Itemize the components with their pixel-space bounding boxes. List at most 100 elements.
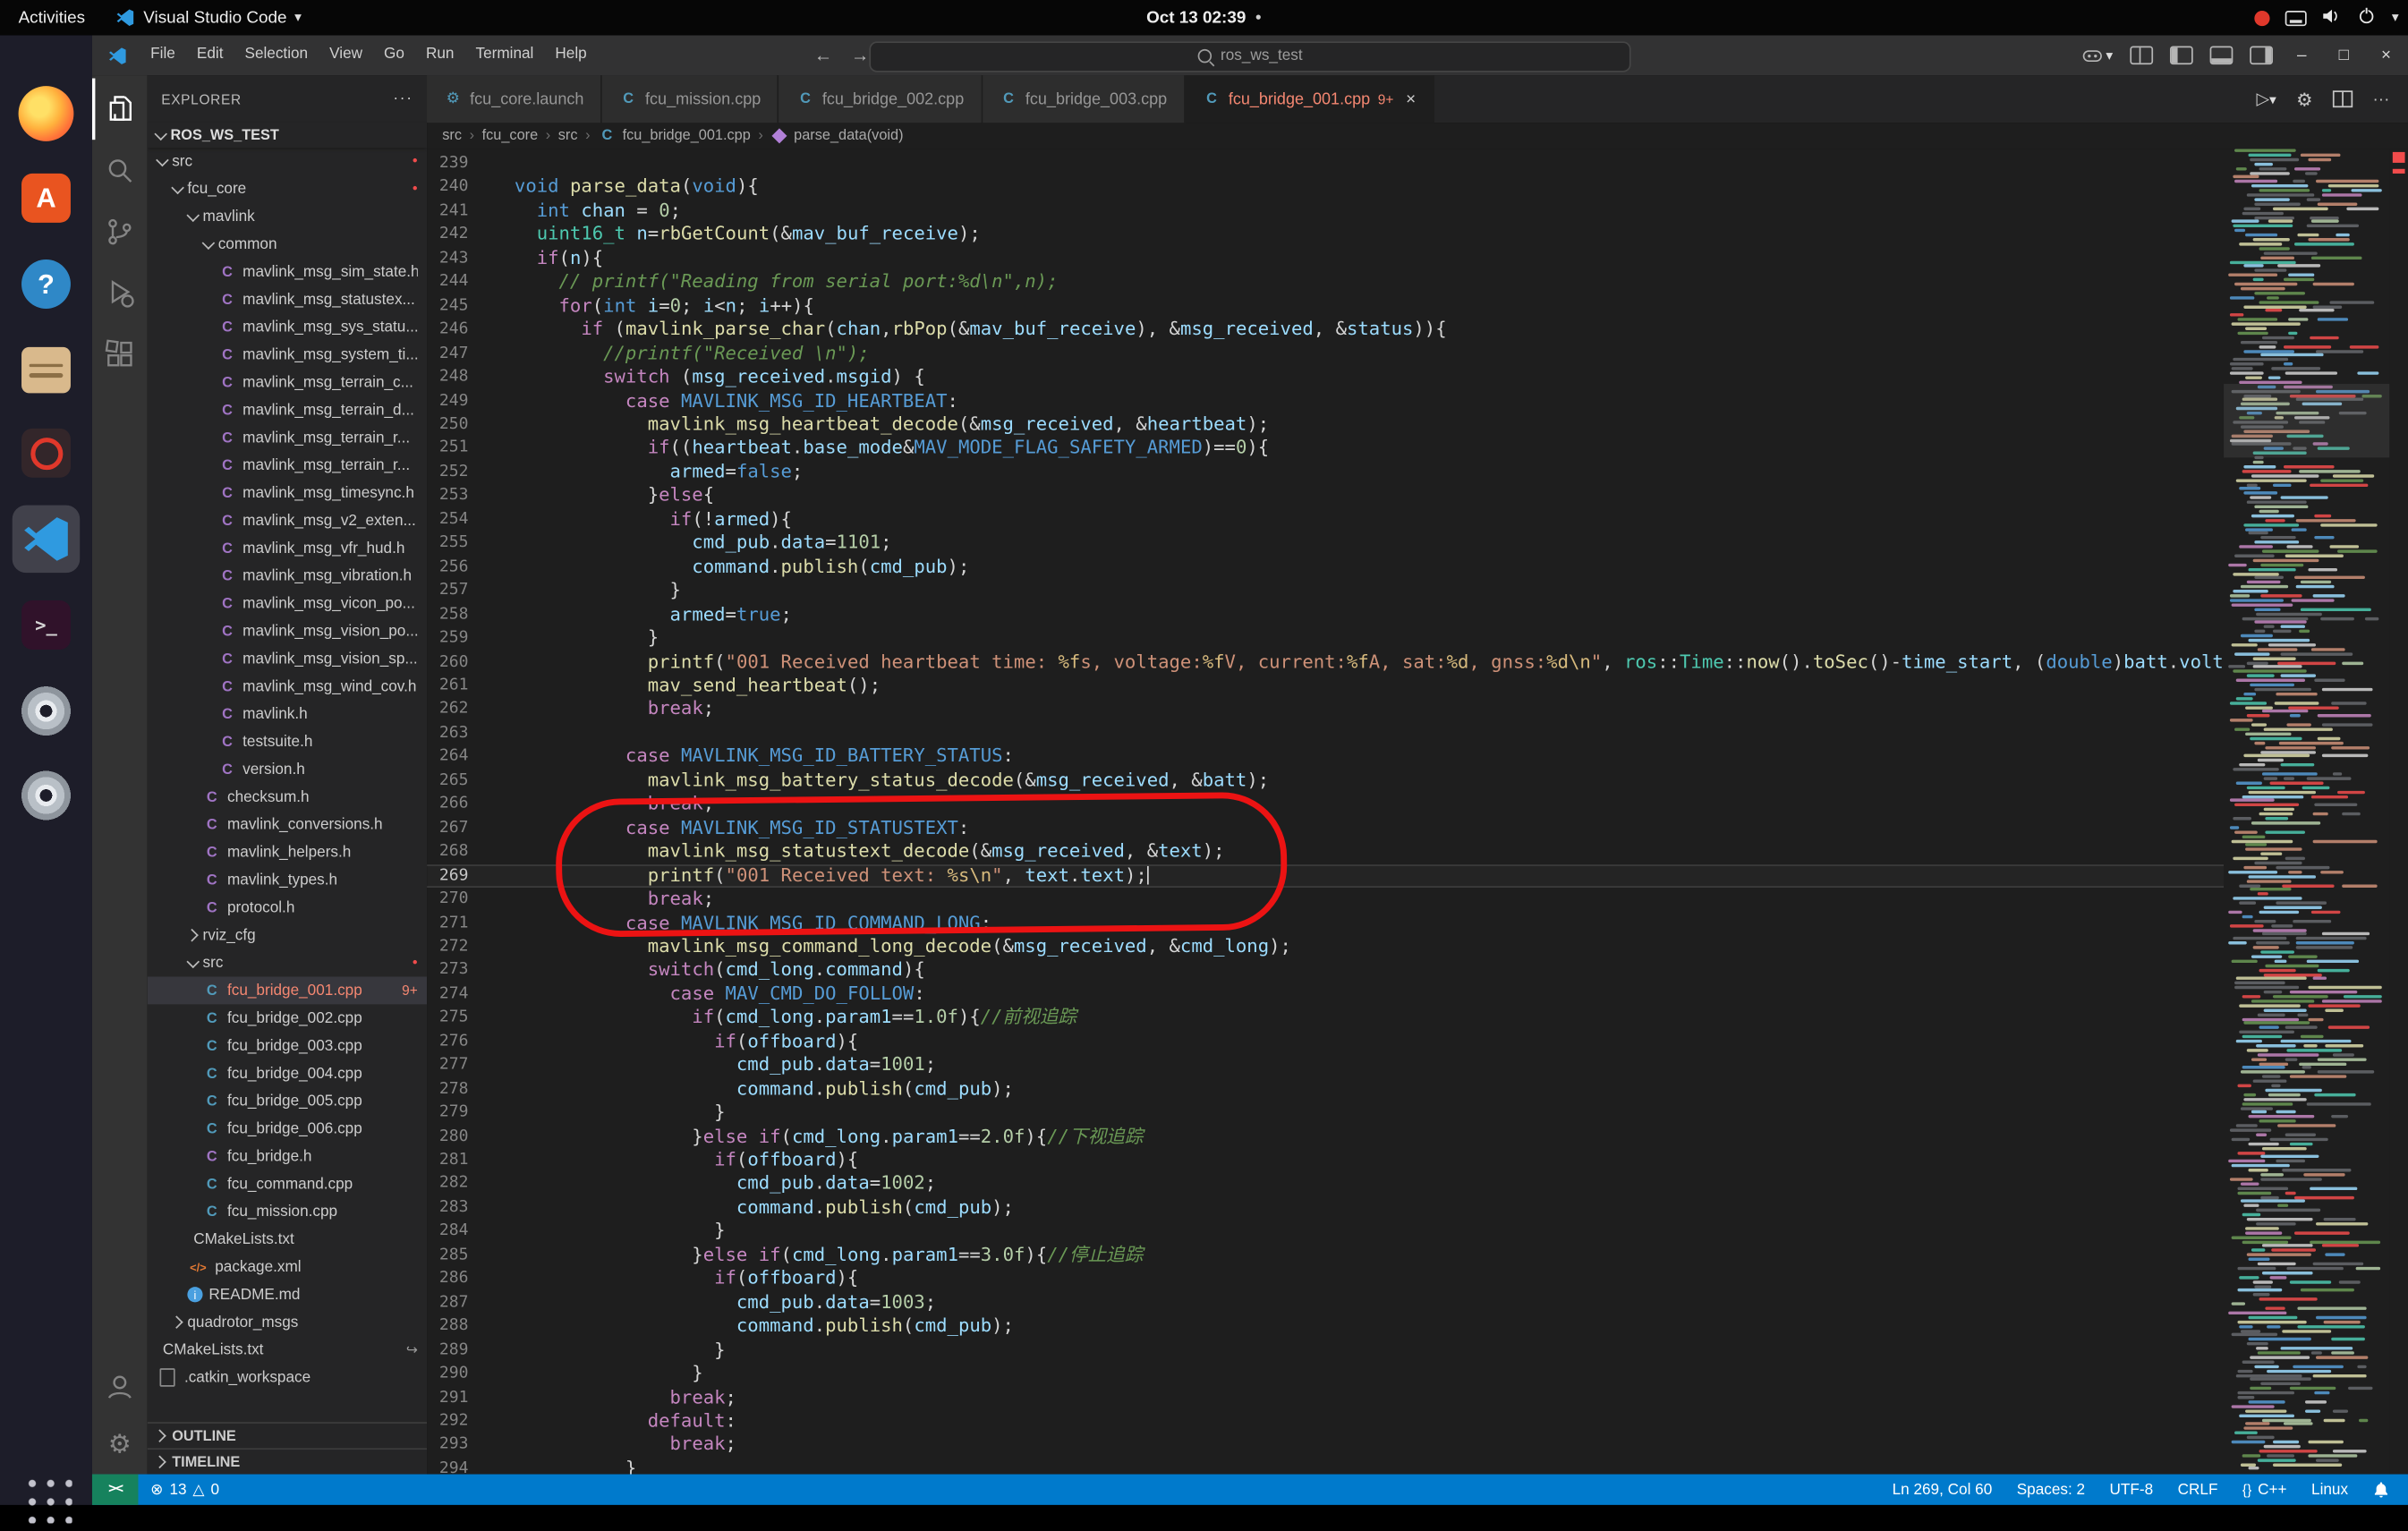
- code-line[interactable]: 294 }: [427, 1458, 2224, 1475]
- chevron-down-icon[interactable]: [202, 236, 216, 250]
- tree-item[interactable]: Cversion.h: [148, 755, 427, 783]
- chevron-down-icon[interactable]: [156, 154, 169, 167]
- code-line[interactable]: 262 break;: [427, 698, 2224, 722]
- activitybar-search[interactable]: [92, 140, 148, 201]
- system-tray[interactable]: ▾: [2255, 0, 2399, 35]
- close-icon[interactable]: ×: [1406, 89, 1416, 108]
- dock-terminal[interactable]: >_: [13, 591, 81, 659]
- menu-view[interactable]: View: [319, 35, 373, 75]
- tree-item[interactable]: Cmavlink.h: [148, 701, 427, 728]
- code-line[interactable]: 283 command.publish(cmd_pub);: [427, 1196, 2224, 1221]
- dock-app-center[interactable]: A: [13, 165, 81, 233]
- tree-item[interactable]: Cmavlink_helpers.h: [148, 838, 427, 866]
- tree-item[interactable]: Cmavlink_msg_terrain_d...: [148, 396, 427, 424]
- code-line[interactable]: 264 case MAVLINK_MSG_ID_BATTERY_STATUS:: [427, 745, 2224, 770]
- code-line[interactable]: 263: [427, 721, 2224, 745]
- tree-item[interactable]: Cmavlink_msg_terrain_c...: [148, 369, 427, 396]
- tree-item[interactable]: Cfcu_bridge_005.cpp: [148, 1087, 427, 1115]
- tree-item[interactable]: Cfcu_bridge_002.cpp: [148, 1004, 427, 1032]
- code-line[interactable]: 287 cmd_pub.data=1003;: [427, 1291, 2224, 1315]
- code-line[interactable]: 278 command.publish(cmd_pub);: [427, 1077, 2224, 1101]
- code-line[interactable]: 286 if(offboard){: [427, 1267, 2224, 1291]
- code-line[interactable]: 279 }: [427, 1101, 2224, 1126]
- code-line[interactable]: 258 armed=true;: [427, 603, 2224, 627]
- code-line[interactable]: 289 }: [427, 1339, 2224, 1363]
- code-line[interactable]: 293 break;: [427, 1433, 2224, 1458]
- code-line[interactable]: 244 // printf("Reading from serial port:…: [427, 271, 2224, 295]
- minimize-button[interactable]: –: [2289, 46, 2314, 64]
- chevron-down-icon[interactable]: [186, 956, 200, 969]
- overview-ruler[interactable]: [2389, 149, 2408, 1474]
- code-line[interactable]: 288 command.publish(cmd_pub);: [427, 1314, 2224, 1339]
- code-line[interactable]: 291 break;: [427, 1386, 2224, 1410]
- chevron-right-icon[interactable]: [170, 1315, 183, 1329]
- menu-selection[interactable]: Selection: [234, 35, 319, 75]
- code-line[interactable]: 248 switch (msg_received.msgid) {: [427, 366, 2224, 390]
- tree-item[interactable]: Cmavlink_conversions.h: [148, 811, 427, 838]
- menu-run[interactable]: Run: [415, 35, 465, 75]
- tree-item[interactable]: Cmavlink_msg_v2_exten...: [148, 506, 427, 534]
- code-line[interactable]: 252 armed=false;: [427, 461, 2224, 485]
- split-editor-icon[interactable]: [2333, 90, 2353, 107]
- toggle-secondary-sidebar-icon[interactable]: [2250, 46, 2273, 64]
- gear-icon[interactable]: ⚙: [2296, 89, 2312, 110]
- code-line[interactable]: 254 if(!armed){: [427, 508, 2224, 532]
- breadcrumb-item[interactable]: src: [442, 127, 462, 144]
- status-linux[interactable]: Linux: [2311, 1481, 2348, 1498]
- tab-fcu_core.launch[interactable]: ⚙fcu_core.launch: [427, 75, 602, 123]
- code-line[interactable]: 242 uint16_t n=rbGetCount(&mav_buf_recei…: [427, 223, 2224, 247]
- code-line[interactable]: 239: [427, 152, 2224, 176]
- toggle-panel-icon[interactable]: [2209, 46, 2233, 64]
- minimap-slider[interactable]: [2224, 384, 2389, 457]
- code-line[interactable]: 273 switch(cmd_long.command){: [427, 959, 2224, 983]
- code-line[interactable]: 246 if (mavlink_parse_char(chan,rbPop(&m…: [427, 319, 2224, 343]
- code-line[interactable]: 281 if(offboard){: [427, 1149, 2224, 1173]
- code-line[interactable]: 280 }else if(cmd_long.param1==2.0f){//下视…: [427, 1125, 2224, 1149]
- tree-item[interactable]: fcu_core●: [148, 175, 427, 203]
- tab-fcu_bridge_003.cpp[interactable]: Cfcu_bridge_003.cpp: [983, 75, 1186, 123]
- tree-item[interactable]: Cmavlink_msg_wind_cov.h: [148, 673, 427, 701]
- code-line[interactable]: 253 }else{: [427, 484, 2224, 508]
- dock-files[interactable]: [13, 336, 81, 404]
- breadcrumb-item[interactable]: parse_data(void): [770, 127, 903, 144]
- forward-button[interactable]: →: [851, 45, 870, 66]
- tree-item[interactable]: Cmavlink_msg_vision_sp...: [148, 645, 427, 673]
- workspace-section-header[interactable]: ROS_WS_TEST: [148, 123, 427, 147]
- code-line[interactable]: 272 mavlink_msg_command_long_decode(&msg…: [427, 935, 2224, 959]
- tree-item[interactable]: Cfcu_bridge_004.cpp: [148, 1059, 427, 1087]
- tree-item[interactable]: common: [148, 230, 427, 258]
- menu-terminal[interactable]: Terminal: [464, 35, 544, 75]
- code-line[interactable]: 274 case MAV_CMD_DO_FOLLOW:: [427, 982, 2224, 1007]
- code-line[interactable]: 256 command.publish(cmd_pub);: [427, 556, 2224, 580]
- more-actions-icon[interactable]: ···: [2373, 89, 2390, 108]
- status-bell[interactable]: [2373, 1480, 2390, 1499]
- tree-item[interactable]: Cmavlink_msg_system_ti...: [148, 341, 427, 369]
- code-line[interactable]: 243 if(n){: [427, 247, 2224, 271]
- minimap[interactable]: [2224, 149, 2389, 1474]
- code-line[interactable]: 251 if((heartbeat.base_mode&MAV_MODE_FLA…: [427, 437, 2224, 461]
- outline-section[interactable]: OUTLINE: [148, 1422, 427, 1448]
- tree-item[interactable]: Cmavlink_msg_timesync.h: [148, 479, 427, 506]
- tree-item[interactable]: Cmavlink_msg_sim_state.h: [148, 258, 427, 285]
- tree-item[interactable]: .catkin_workspace: [148, 1364, 427, 1391]
- dock-dvd2[interactable]: [13, 761, 81, 829]
- explorer-more-actions-icon[interactable]: ···: [393, 90, 413, 107]
- code-line[interactable]: 250 mavlink_msg_heartbeat_decode(&msg_re…: [427, 413, 2224, 438]
- tree-item[interactable]: Cfcu_bridge_003.cpp: [148, 1032, 427, 1059]
- tree-item[interactable]: Cfcu_bridge.h: [148, 1143, 427, 1170]
- tree-item[interactable]: Cfcu_bridge_006.cpp: [148, 1115, 427, 1143]
- tree-item[interactable]: Cmavlink_msg_vision_po...: [148, 617, 427, 645]
- toggle-editor-grid-icon[interactable]: [2130, 46, 2153, 64]
- tree-item[interactable]: CMakeLists.txt↪: [148, 1336, 427, 1364]
- problems-status[interactable]: ⊗ 13 △ 0: [150, 1481, 219, 1498]
- code-line[interactable]: 241 int chan = 0;: [427, 200, 2224, 224]
- menu-go[interactable]: Go: [373, 35, 415, 75]
- breadcrumb-item[interactable]: fcu_core: [482, 127, 539, 144]
- toggle-sidebar-icon[interactable]: [2170, 46, 2193, 64]
- dock-show-apps[interactable]: [13, 1464, 81, 1531]
- code-line[interactable]: 290 }: [427, 1362, 2224, 1386]
- code-line[interactable]: 284 }: [427, 1220, 2224, 1244]
- tree-item[interactable]: Cmavlink_msg_sys_statu...: [148, 313, 427, 341]
- status-ln-269-col-60[interactable]: Ln 269, Col 60: [1893, 1481, 1993, 1498]
- command-center-search[interactable]: ros_ws_test: [869, 40, 1630, 71]
